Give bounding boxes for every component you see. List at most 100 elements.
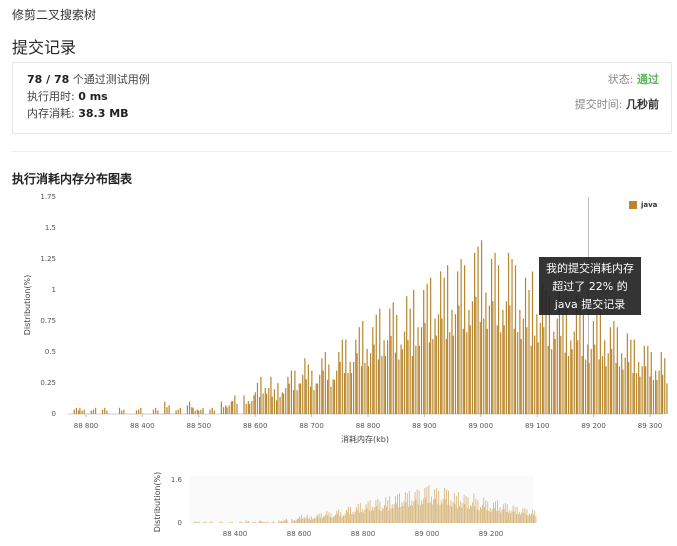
- y-tick-label: 1.5: [45, 224, 56, 232]
- bar: [79, 407, 81, 414]
- bar: [288, 383, 290, 414]
- overview-bar: [475, 498, 477, 523]
- overview-bar: [279, 521, 281, 523]
- bar: [277, 383, 279, 414]
- bar: [656, 379, 658, 414]
- bar: [430, 277, 432, 414]
- bar: [581, 356, 583, 414]
- overview-bar: [480, 508, 482, 523]
- bar: [424, 322, 426, 414]
- bar: [155, 407, 157, 414]
- bar: [490, 259, 493, 414]
- overview-bar: [441, 503, 443, 523]
- bar: [471, 301, 474, 414]
- overview-bar: [511, 510, 513, 523]
- overview-bar: [219, 521, 221, 523]
- bar: [605, 366, 607, 414]
- overview-bar: [464, 504, 466, 523]
- overview-bar: [221, 522, 223, 523]
- bar: [315, 383, 317, 414]
- bar: [611, 348, 613, 414]
- overview-bar: [301, 514, 302, 523]
- bar: [624, 357, 626, 414]
- overview-bar: [363, 512, 365, 523]
- overview-bar: [259, 520, 261, 523]
- bar: [281, 392, 283, 414]
- bar: [571, 349, 573, 414]
- bar: [633, 339, 635, 414]
- overview-bar: [204, 522, 206, 523]
- bar: [509, 305, 511, 414]
- overview-bar: [389, 496, 391, 523]
- overview-x-tick: 88 800: [351, 530, 376, 538]
- bar: [400, 344, 402, 414]
- overview-bar: [478, 510, 480, 523]
- overview-bar: [452, 502, 454, 523]
- bar: [539, 322, 541, 414]
- overview-bar: [419, 505, 421, 523]
- overview-bar: [451, 506, 453, 523]
- legend-label: java: [641, 201, 658, 209]
- overview-bar: [376, 506, 378, 523]
- x-tick-label: 88 800: [356, 422, 381, 430]
- bar: [226, 407, 228, 414]
- bar: [313, 390, 315, 414]
- overview-bar: [457, 492, 459, 523]
- bar: [379, 308, 381, 414]
- bar: [366, 348, 368, 414]
- bar: [411, 356, 413, 414]
- bar: [268, 387, 270, 414]
- bar: [613, 321, 615, 414]
- bar: [384, 356, 386, 414]
- overview-bar: [406, 493, 408, 523]
- bar: [553, 331, 555, 414]
- bar: [302, 374, 304, 414]
- bar: [492, 301, 494, 414]
- overview-bar: [392, 508, 394, 523]
- overview-bar: [446, 489, 447, 523]
- x-axis-title: 消耗内存(kb): [341, 434, 389, 444]
- overview-bar: [364, 509, 366, 523]
- bar: [294, 370, 296, 414]
- bar: [468, 309, 470, 414]
- bar: [477, 246, 479, 414]
- bar: [152, 409, 155, 414]
- bar: [643, 345, 645, 414]
- overview-bar: [361, 511, 363, 523]
- overview-bar: [295, 520, 297, 523]
- bar: [264, 387, 266, 414]
- bar: [381, 356, 383, 414]
- overview-bar: [304, 518, 306, 523]
- overview-bar: [351, 514, 353, 523]
- bar: [304, 358, 306, 414]
- bar: [537, 342, 539, 414]
- bar: [641, 366, 643, 414]
- bar: [573, 331, 575, 414]
- overview-bar: [248, 521, 249, 523]
- x-tick-label: 88 500: [187, 422, 212, 430]
- overview-bar: [315, 517, 317, 523]
- overview-bar: [197, 522, 199, 523]
- bar: [101, 409, 104, 414]
- overview-bar: [501, 509, 503, 523]
- overview-bar: [395, 503, 397, 523]
- bar: [328, 364, 330, 414]
- bar: [483, 318, 485, 414]
- overview-bar: [397, 494, 398, 523]
- overview-bar: [382, 508, 384, 523]
- overview-bar: [519, 514, 521, 523]
- overview-bar: [252, 522, 253, 523]
- overview-bar: [337, 513, 338, 523]
- bar: [469, 325, 471, 414]
- legend[interactable]: java: [629, 201, 657, 209]
- overview-bar: [267, 521, 269, 523]
- x-tick-label: 89 000: [469, 422, 494, 430]
- overview-y-tick: 0: [178, 519, 182, 527]
- bar: [135, 410, 138, 414]
- bar: [590, 348, 592, 414]
- overview-bar: [253, 522, 255, 523]
- overview-bar: [209, 522, 211, 523]
- overview-bar: [477, 500, 479, 523]
- overview-bar: [487, 501, 489, 523]
- bar: [198, 410, 200, 414]
